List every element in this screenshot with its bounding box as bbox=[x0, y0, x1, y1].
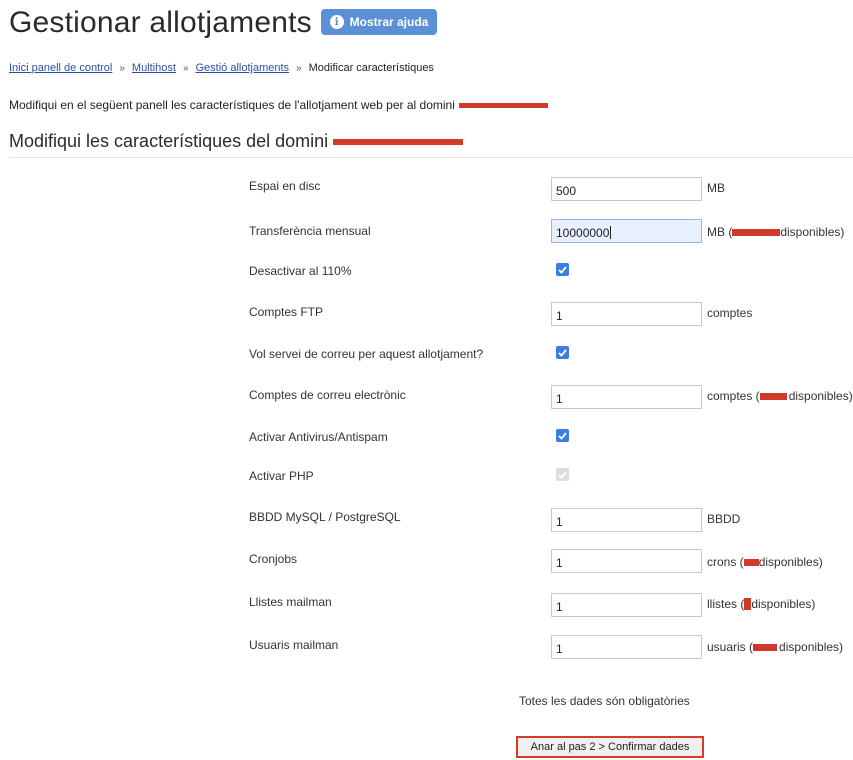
disk-input[interactable]: 500 bbox=[551, 177, 702, 201]
page-title: Gestionar allotjaments bbox=[9, 6, 312, 39]
cron-unit-prefix: crons ( bbox=[707, 555, 744, 569]
users-unit-prefix: usuaris ( bbox=[707, 640, 754, 654]
transfer-unit-suffix: disponibles) bbox=[780, 225, 845, 239]
ftp-unit: comptes bbox=[707, 306, 753, 320]
breadcrumb-link-hosting[interactable]: Gestió allotjaments bbox=[196, 62, 290, 74]
users-unit-suffix: disponibles) bbox=[779, 640, 844, 654]
check-icon bbox=[558, 431, 567, 440]
users-label: Usuaris mailman bbox=[249, 638, 339, 652]
section-divider bbox=[9, 157, 853, 158]
cron-unit: crons ( disponibles) bbox=[707, 555, 823, 569]
intro-text: Modifiqui en el següent panell les carac… bbox=[9, 98, 548, 112]
redacted-value bbox=[753, 643, 778, 651]
users-input[interactable]: 1 bbox=[551, 635, 702, 659]
deactivate-checkbox[interactable] bbox=[556, 263, 569, 276]
redacted-value bbox=[732, 228, 781, 236]
redacted-domain bbox=[333, 138, 464, 145]
lists-unit-prefix: llistes ( bbox=[707, 597, 745, 611]
breadcrumb-separator: » bbox=[296, 62, 302, 74]
breadcrumb-separator: » bbox=[119, 62, 125, 74]
mail-accounts-input[interactable]: 1 bbox=[551, 385, 702, 409]
breadcrumb-link-multihost[interactable]: Multihost bbox=[132, 62, 176, 74]
section-title-label: Modifiqui les característiques del domin… bbox=[9, 131, 329, 151]
check-icon bbox=[558, 470, 567, 479]
antivirus-label: Activar Antivirus/Antispam bbox=[249, 430, 388, 444]
ftp-input[interactable]: 1 bbox=[551, 302, 702, 326]
db-label: BBDD MySQL / PostgreSQL bbox=[249, 510, 401, 524]
info-icon: i bbox=[329, 15, 344, 29]
next-step-button[interactable]: Anar al pas 2 > Confirmar dades bbox=[516, 736, 704, 758]
required-note: Totes les dades són obligatòries bbox=[519, 694, 690, 708]
lists-unit-suffix: disponibles) bbox=[751, 597, 816, 611]
mail-accounts-unit: comptes ( disponibles) bbox=[707, 389, 853, 403]
breadcrumb-link-home[interactable]: Inici panell de control bbox=[9, 62, 112, 74]
mail-accounts-label: Comptes de correu electrònic bbox=[249, 388, 406, 402]
section-title: Modifiqui les característiques del domin… bbox=[9, 131, 464, 152]
intro-label: Modifiqui en el següent panell les carac… bbox=[9, 98, 455, 112]
mail-accounts-unit-prefix: comptes ( bbox=[707, 389, 760, 403]
cron-label: Cronjobs bbox=[249, 552, 298, 566]
check-icon bbox=[558, 348, 567, 357]
php-label: Activar PHP bbox=[249, 469, 314, 483]
lists-unit: llistes ( disponibles) bbox=[707, 597, 815, 611]
db-unit: BBDD bbox=[707, 512, 741, 526]
cron-input[interactable]: 1 bbox=[551, 549, 702, 573]
mail-service-label: Vol servei de correu per aquest allotjam… bbox=[249, 347, 484, 361]
text-caret bbox=[610, 226, 612, 239]
show-help-label: Mostrar ajuda bbox=[349, 15, 429, 29]
transfer-unit: MB ( disponibles) bbox=[707, 225, 844, 239]
deactivate-label: Desactivar al 110% bbox=[249, 264, 352, 278]
redacted-value bbox=[759, 392, 787, 400]
transfer-unit-prefix: MB ( bbox=[707, 225, 733, 239]
breadcrumb: Inici panell de control » Multihost » Ge… bbox=[9, 62, 434, 74]
check-icon bbox=[558, 265, 567, 274]
redacted-value bbox=[744, 598, 752, 610]
antivirus-checkbox[interactable] bbox=[556, 429, 569, 442]
transfer-label: Transferència mensual bbox=[249, 224, 371, 238]
transfer-input[interactable]: 10000000 bbox=[551, 219, 702, 243]
users-unit: usuaris ( disponibles) bbox=[707, 640, 843, 654]
transfer-value: 10000000 bbox=[556, 226, 610, 240]
redacted-domain bbox=[458, 102, 548, 108]
lists-input[interactable]: 1 bbox=[551, 593, 702, 617]
cron-unit-suffix: disponibles) bbox=[758, 555, 823, 569]
disk-unit: MB bbox=[707, 181, 725, 195]
mail-accounts-unit-suffix: disponibles) bbox=[788, 389, 853, 403]
mail-service-checkbox[interactable] bbox=[556, 346, 569, 359]
lists-label: Llistes mailman bbox=[249, 595, 332, 609]
breadcrumb-current: Modificar característiques bbox=[308, 62, 434, 74]
php-checkbox bbox=[556, 468, 569, 481]
db-input[interactable]: 1 bbox=[551, 508, 702, 532]
ftp-label: Comptes FTP bbox=[249, 305, 324, 319]
breadcrumb-separator: » bbox=[182, 62, 189, 74]
show-help-button[interactable]: i Mostrar ajuda bbox=[321, 9, 437, 35]
redacted-value bbox=[743, 558, 759, 566]
disk-label: Espai en disc bbox=[249, 179, 321, 193]
